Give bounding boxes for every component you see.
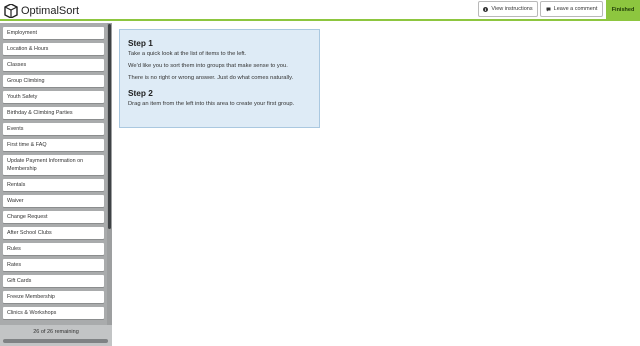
horizontal-scrollbar[interactable] (3, 339, 108, 343)
sidebar-card-label: Employment (7, 30, 37, 36)
sidebar-card-label: Events (7, 126, 24, 132)
view-instructions-button[interactable]: View instructions (478, 1, 538, 17)
sidebar-card-label: Clinics & Workshops (7, 310, 57, 316)
sidebar-card[interactable]: Gift Cards (3, 275, 104, 287)
sidebar-card[interactable]: After School Clubs (3, 227, 104, 239)
sidebar-card[interactable]: Rates (3, 259, 104, 271)
step2-title: Step 2 (128, 88, 153, 98)
sidebar-card-label: Waiver (7, 198, 24, 204)
sidebar-card[interactable]: Rules (3, 243, 104, 255)
leave-comment-label: Leave a comment (553, 6, 598, 12)
sidebar-card[interactable]: Events (3, 123, 104, 135)
sidebar-card[interactable]: Clinics & Workshops (3, 307, 104, 319)
sidebar-card[interactable]: Rentals (3, 179, 104, 191)
info-icon (483, 6, 489, 12)
comment-icon (546, 7, 551, 11)
sidebar-card-label: Youth Safety (7, 94, 38, 100)
sidebar-card-label: Classes (7, 62, 27, 68)
instructions-panel: Step 1 Take a quick look at the list of … (119, 29, 320, 128)
sidebar-card[interactable]: Location & Hours (3, 43, 104, 55)
sidebar-card[interactable]: Freeze Membership (3, 291, 104, 303)
step1-title: Step 1 (128, 38, 153, 48)
leave-comment-button[interactable]: Leave a comment (540, 1, 603, 17)
step1-line3: There is no right or wrong answer. Just … (128, 75, 294, 81)
sidebar-card-label: Freeze Membership (7, 294, 55, 300)
sidebar-card-label: Update Payment Information on Membership (7, 158, 84, 172)
sidebar-card[interactable]: Change Request (3, 211, 104, 223)
sidebar-card-label: Rates (7, 262, 22, 268)
brand: OptimalSort (4, 3, 79, 19)
sidebar-card-label: Birthday & Climbing Parties (7, 110, 73, 116)
sidebar-card-label: Group Climbing (7, 78, 45, 84)
step1-line2: We'd like you to sort them into groups t… (128, 63, 288, 69)
card-list-sidebar: Employment Location & Hours Classes Group C… (0, 23, 112, 346)
sidebar-card-label: First time & FAQ (7, 142, 47, 148)
sidebar-card[interactable]: Group Climbing (3, 75, 104, 87)
sorting-area[interactable]: Step 1 Take a quick look at the list of … (112, 23, 640, 346)
sidebar-card[interactable]: Classes (3, 59, 104, 71)
sidebar-card[interactable]: Youth Safety (3, 91, 104, 103)
sidebar-card[interactable]: Waiver (3, 195, 104, 207)
view-instructions-label: View instructions (491, 6, 533, 12)
step2-line1: Drag an item from the left into this are… (128, 101, 295, 107)
step1-line1: Take a quick look at the list of items t… (128, 51, 247, 57)
sidebar-card[interactable]: Birthday & Climbing Parties (3, 107, 104, 119)
sidebar-card-label: After School Clubs (7, 230, 52, 236)
finished-button[interactable]: Finished (606, 0, 640, 19)
sidebar-card-label: Rules (7, 246, 21, 252)
sidebar-card-label: Rentals (7, 182, 26, 188)
brand-name: OptimalSort (21, 5, 80, 17)
card-list-scrollbar-thumb[interactable] (108, 24, 111, 229)
sidebar-card[interactable]: Employment (3, 27, 104, 39)
card-list-footer: 26 of 26 remaining (0, 325, 112, 346)
sidebar-card[interactable]: Update Payment Information on Membership (3, 155, 104, 175)
sidebar-card-label: Change Request (7, 214, 48, 220)
optimalsort-logo-icon (4, 4, 18, 18)
sidebar-card[interactable]: First time & FAQ (3, 139, 104, 151)
top-bar: OptimalSort View instructions Leave a co… (0, 0, 640, 21)
sidebar-card-label: Gift Cards (7, 278, 32, 284)
remaining-count: 26 of 26 remaining (33, 329, 79, 335)
sidebar-card-label: Location & Hours (7, 46, 49, 52)
